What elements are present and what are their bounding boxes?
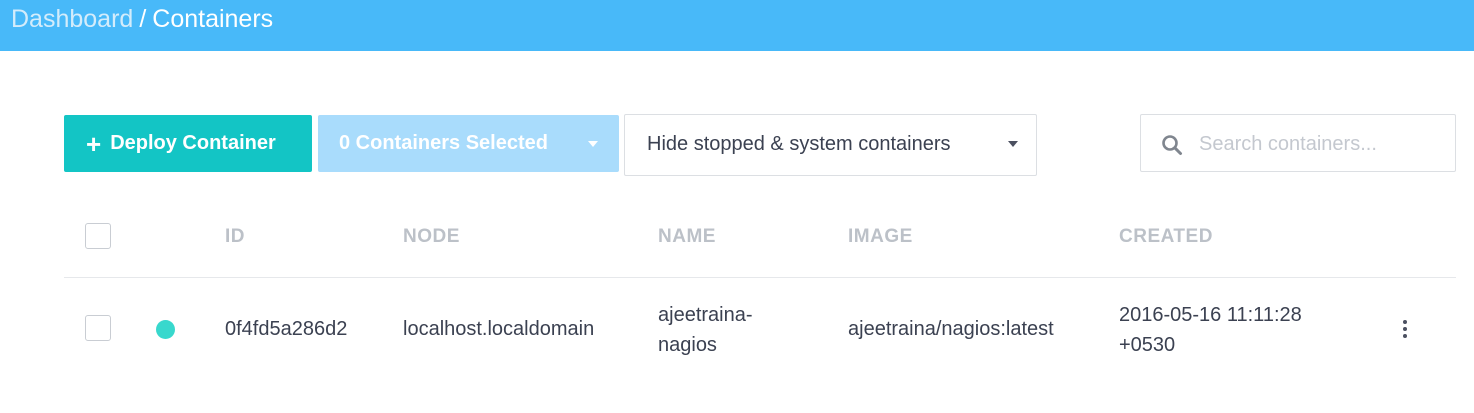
select-all-checkbox[interactable] bbox=[85, 223, 111, 249]
plus-icon: + bbox=[86, 128, 102, 159]
container-name-line-2[interactable]: nagios bbox=[658, 331, 717, 359]
container-created-line-2: +0530 bbox=[1119, 334, 1176, 356]
container-filter-label: Hide stopped & system containers bbox=[647, 133, 951, 155]
breadcrumb-current-page: Containers bbox=[152, 5, 274, 33]
more-actions-icon[interactable] bbox=[1398, 318, 1412, 340]
container-name-line-1[interactable]: ajeetraina- bbox=[658, 301, 753, 329]
containers-selected-button[interactable]: 0 Containers Selected bbox=[318, 115, 619, 172]
chevron-down-icon bbox=[1008, 141, 1018, 147]
top-bar: Dashboard / Containers bbox=[0, 0, 1474, 51]
column-header-created[interactable]: CREATED bbox=[1119, 226, 1213, 248]
container-node: localhost.localdomain bbox=[403, 318, 595, 340]
breadcrumb: Dashboard / Containers bbox=[11, 4, 273, 34]
column-header-image[interactable]: IMAGE bbox=[848, 226, 913, 248]
status-running-indicator bbox=[156, 320, 175, 339]
container-filter-dropdown[interactable]: Hide stopped & system containers bbox=[624, 114, 1037, 176]
deploy-container-label: Deploy Container bbox=[110, 132, 276, 154]
breadcrumb-dashboard-link[interactable]: Dashboard bbox=[11, 5, 133, 33]
chevron-down-icon bbox=[588, 141, 598, 147]
container-id[interactable]: 0f4fd5a286d2 bbox=[225, 315, 347, 343]
search-input[interactable] bbox=[1199, 127, 1439, 161]
containers-selected-label: 0 Containers Selected bbox=[339, 132, 548, 154]
container-image: ajeetraina/nagios:latest bbox=[848, 318, 1054, 340]
container-created-line-1: 2016-05-16 11:11:28 bbox=[1119, 304, 1302, 326]
search-icon bbox=[1162, 135, 1182, 155]
breadcrumb-separator: / bbox=[139, 5, 147, 33]
row-select-checkbox[interactable] bbox=[85, 315, 111, 341]
column-header-id[interactable]: ID bbox=[225, 226, 245, 248]
deploy-container-button[interactable]: + Deploy Container bbox=[64, 115, 312, 172]
search-box[interactable] bbox=[1140, 114, 1456, 172]
column-header-name[interactable]: NAME bbox=[658, 226, 716, 248]
column-header-node[interactable]: NODE bbox=[403, 226, 460, 248]
table-header-divider bbox=[64, 277, 1456, 278]
